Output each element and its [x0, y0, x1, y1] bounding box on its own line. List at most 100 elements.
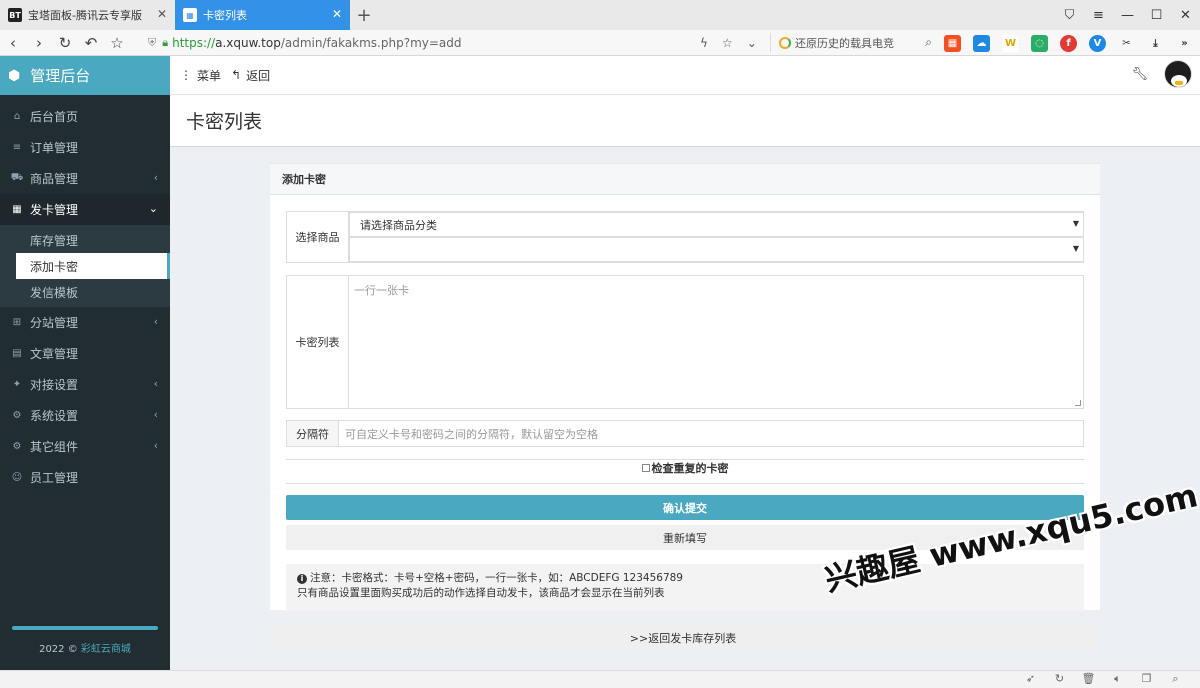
- search-suggestion: 还原历史的载具电竞: [795, 37, 894, 50]
- url-host: a.xquw.top: [215, 36, 281, 50]
- check-duplicate-checkbox[interactable]: [641, 464, 650, 472]
- window-controls: ⛉ ≡ — ☐ ✕: [1055, 0, 1200, 30]
- new-tab-icon[interactable]: +: [350, 0, 378, 30]
- chevron-down-icon[interactable]: ⌄: [747, 36, 757, 50]
- refresh-icon[interactable]: ↻: [1045, 672, 1074, 686]
- sidebar-subitem-mail-template[interactable]: 发信模板: [0, 279, 170, 305]
- weather-icon[interactable]: ☁: [973, 34, 990, 52]
- back-to-inventory-link[interactable]: >>返回发卡库存列表: [270, 625, 1096, 651]
- dropdown-arrow-icon: ▼: [1072, 244, 1079, 253]
- gear-icon: ⚙: [12, 410, 22, 421]
- back-button[interactable]: ↰ 返回: [231, 67, 270, 84]
- product-select[interactable]: ▼: [349, 237, 1084, 262]
- sidebar-item-card-issue[interactable]: ▦ 发卡管理 ⌄: [0, 194, 170, 225]
- user-icon: ☺: [11, 472, 23, 483]
- sidebar-subitem-inventory[interactable]: 库存管理: [0, 227, 170, 253]
- maximize-icon[interactable]: ☐: [1142, 8, 1171, 23]
- menu-toggle-button[interactable]: ⋮ 菜单: [180, 67, 221, 84]
- tab-title: 宝塔面板-腾讯云专享版: [28, 9, 142, 22]
- search-engine-icon: [779, 37, 791, 49]
- undo-icon[interactable]: ↶: [78, 34, 104, 52]
- shield-icon: ⛨: [148, 36, 157, 49]
- resize-grip-icon[interactable]: [1075, 400, 1081, 406]
- browser-tab-baota[interactable]: BT 宝塔面板-腾讯云专享版 ✕: [0, 0, 175, 30]
- notice-box: i 注意：卡密格式：卡号+空格+密码，一行一张卡，如：ABCDEFG 123456…: [286, 564, 1084, 611]
- sidebar-item-label: 系统设置: [30, 409, 79, 423]
- search-box[interactable]: 还原历史的载具电竞 ⌕: [770, 33, 938, 53]
- address-tools: ϟ ☆ ⌄: [700, 30, 771, 56]
- tab-title: 卡密列表: [203, 9, 247, 22]
- wechat-icon[interactable]: ◌: [1031, 34, 1048, 52]
- url-field[interactable]: ⛨ 🔒︎ https://a.xquw.top/admin/fakakms.ph…: [148, 30, 462, 56]
- close-window-icon[interactable]: ✕: [1171, 8, 1200, 23]
- scissors-icon[interactable]: ✂: [1118, 35, 1135, 52]
- sidebar-item-docking[interactable]: ✦ 对接设置 ‹: [0, 369, 170, 400]
- submit-button[interactable]: 确认提交: [286, 495, 1084, 520]
- close-icon[interactable]: ✕: [157, 8, 167, 20]
- window-icon[interactable]: ❐: [1132, 672, 1161, 686]
- check-duplicate-option[interactable]: 检查重复的卡密: [286, 460, 1084, 476]
- page-favicon-icon: ▦: [183, 8, 197, 22]
- chevron-left-icon: ‹: [153, 377, 158, 390]
- forward-icon[interactable]: ›: [26, 34, 52, 52]
- cart-icon: ⛟: [10, 172, 24, 183]
- chevron-left-icon: ‹: [153, 439, 158, 452]
- notice-line-2: 只有商品设置里面购买成功后的动作选择自动发卡，该商品才会显示在当前列表: [297, 587, 665, 599]
- vertical-dots-icon: ⋮: [180, 68, 192, 82]
- more-icon[interactable]: »: [1176, 35, 1193, 52]
- download-icon[interactable]: ⤓: [1147, 35, 1164, 52]
- wrench-icon[interactable]: 🔧︎: [1131, 67, 1148, 82]
- w-icon[interactable]: W: [1002, 34, 1019, 52]
- rocket-icon[interactable]: ➶: [1016, 672, 1045, 686]
- back-icon[interactable]: ‹: [0, 34, 26, 52]
- v-icon[interactable]: V: [1089, 34, 1106, 52]
- card-issue-submenu: 库存管理 添加卡密 发信模板: [0, 225, 170, 307]
- reply-icon: ↰: [231, 68, 242, 82]
- f-icon[interactable]: f: [1060, 34, 1077, 52]
- connect-icon: ✦: [12, 379, 22, 390]
- minimize-icon[interactable]: —: [1113, 8, 1142, 23]
- sidebar-item-components[interactable]: ⚙ 其它组件 ‹: [0, 431, 170, 462]
- cards-textarea[interactable]: 一行一张卡: [348, 276, 1084, 409]
- browser-tab-card-list[interactable]: ▦ 卡密列表 ✕: [175, 0, 350, 30]
- close-icon[interactable]: ✕: [332, 8, 342, 20]
- sidebar-item-label: 后台首页: [30, 110, 79, 124]
- sidebar-item-system[interactable]: ⚙ 系统设置 ‹: [0, 400, 170, 431]
- category-select-value: 请选择商品分类: [360, 218, 437, 232]
- cube-icon: ⬢: [8, 67, 21, 84]
- sidebar-item-staff[interactable]: ☺ 员工管理: [0, 462, 170, 493]
- list-icon: ≡: [12, 142, 22, 153]
- trash-icon[interactable]: 🗑︎: [1074, 672, 1103, 686]
- sidebar-item-products[interactable]: ⛟ 商品管理 ‹: [0, 163, 170, 194]
- search-icon[interactable]: ⌕: [925, 35, 932, 50]
- windows-icon[interactable]: ▦: [944, 34, 961, 52]
- sidebar-item-label: 文章管理: [30, 347, 79, 361]
- copyright-link[interactable]: 彩虹云商城: [81, 644, 131, 655]
- volume-icon[interactable]: 🔈︎: [1103, 672, 1132, 686]
- menu-icon[interactable]: ≡: [1084, 8, 1113, 23]
- category-select[interactable]: 请选择商品分类 ▼: [349, 212, 1084, 237]
- sidebar-item-branch[interactable]: ⊞ 分站管理 ‹: [0, 307, 170, 338]
- bookmark-star-icon[interactable]: ☆: [722, 36, 733, 50]
- url-scheme: https://: [172, 36, 216, 50]
- zoom-icon[interactable]: ⌕: [1161, 672, 1190, 686]
- separator-input[interactable]: 可自定义卡号和密码之间的分隔符，默认留空为空格: [339, 421, 598, 446]
- avatar[interactable]: [1164, 60, 1192, 88]
- star-icon[interactable]: ☆: [104, 34, 130, 52]
- reload-icon[interactable]: ↻: [52, 34, 78, 52]
- chevron-left-icon: ‹: [153, 171, 158, 184]
- sidebar-item-dashboard[interactable]: ⌂ 后台首页: [0, 101, 170, 132]
- sidebar-item-label: 商品管理: [30, 172, 79, 186]
- sidebar-item-label: 分站管理: [30, 316, 79, 330]
- sidebar-item-orders[interactable]: ≡ 订单管理: [0, 132, 170, 163]
- brand-logo[interactable]: ⬢ 管理后台: [0, 56, 170, 95]
- lightning-icon[interactable]: ϟ: [700, 36, 708, 50]
- chevron-down-icon: ⌄: [148, 202, 158, 215]
- baota-favicon-icon: BT: [8, 8, 22, 22]
- sidebar-item-articles[interactable]: ▤ 文章管理: [0, 338, 170, 369]
- extension-icons: ▦ ☁ W ◌ f V ✂ ⤓ »: [944, 30, 1200, 56]
- sidebar-subitem-add-card[interactable]: 添加卡密: [16, 253, 170, 279]
- shirt-icon[interactable]: ⛉: [1055, 8, 1084, 23]
- divider: [286, 483, 1084, 484]
- dropdown-arrow-icon: ▼: [1072, 219, 1079, 228]
